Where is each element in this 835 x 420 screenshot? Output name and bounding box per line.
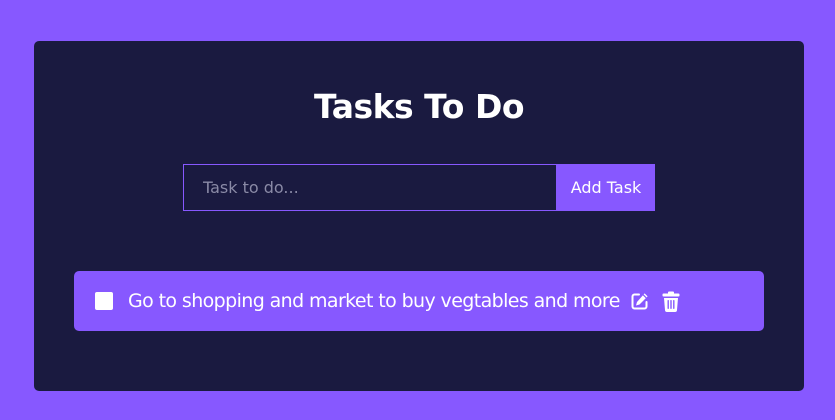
page-title: Tasks To Do — [313, 87, 525, 126]
task-item: Go to shopping and market to buy vegtabl… — [74, 271, 764, 331]
task-checkbox[interactable] — [95, 292, 113, 310]
task-input[interactable] — [183, 164, 557, 211]
trash-icon[interactable] — [662, 291, 680, 312]
task-form: Add Task — [183, 164, 655, 211]
todo-card: Tasks To Do Add Task Go to shopping and … — [34, 41, 804, 391]
edit-icon[interactable] — [630, 291, 650, 311]
add-task-button[interactable]: Add Task — [557, 164, 655, 211]
task-text: Go to shopping and market to buy vegtabl… — [128, 290, 620, 312]
